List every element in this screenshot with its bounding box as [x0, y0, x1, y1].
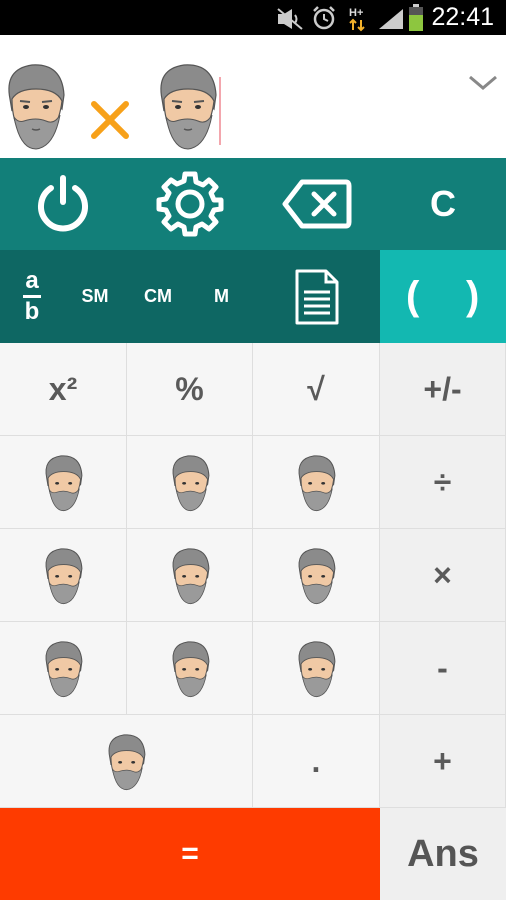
multiply-button[interactable]: × — [380, 529, 506, 622]
mute-icon — [277, 8, 303, 30]
cm-button[interactable]: CM — [126, 250, 190, 343]
control-row: C — [0, 158, 506, 250]
minus-label: - — [437, 649, 448, 686]
document-icon — [295, 269, 338, 324]
digit-button-9[interactable] — [253, 622, 380, 715]
expression-hodor-face-2 — [152, 59, 222, 156]
digit-button-5[interactable] — [127, 529, 253, 622]
ans-label: Ans — [407, 832, 479, 875]
power-icon — [38, 175, 88, 232]
digit-button-2[interactable] — [127, 436, 253, 529]
equals-button[interactable]: = — [0, 808, 380, 900]
plus-button[interactable]: + — [380, 715, 506, 808]
sign-label: +/- — [423, 370, 462, 407]
plus-label: + — [433, 742, 452, 779]
clear-button[interactable]: C — [380, 158, 506, 250]
divide-button[interactable]: ÷ — [380, 436, 506, 529]
fraction-button[interactable]: a b — [0, 250, 64, 343]
backspace-button[interactable] — [253, 158, 380, 250]
clock-time: 22:41 — [431, 3, 494, 31]
cm-label: CM — [144, 286, 172, 306]
digit-button-3[interactable] — [253, 436, 380, 529]
hodor-face-icon — [45, 641, 83, 698]
network-hplus-icon: H+ — [349, 7, 365, 32]
multiply-icon — [91, 101, 129, 139]
decimal-button[interactable]: . — [253, 715, 380, 808]
m-label: M — [214, 286, 229, 306]
hodor-face-icon — [172, 455, 209, 512]
fraction-bottom: b — [24, 298, 40, 325]
decimal-label: . — [311, 742, 321, 779]
hodor-face-icon — [108, 734, 146, 791]
parentheses-button[interactable]: ( ) — [380, 250, 506, 343]
square-button[interactable]: x² — [0, 343, 127, 436]
ans-button[interactable]: Ans — [380, 808, 506, 900]
hodor-face-icon — [172, 641, 209, 698]
percent-label: % — [175, 370, 204, 407]
memory-row: a b SM CM M — [0, 250, 380, 343]
square-label: x² — [48, 370, 78, 407]
sm-label: SM — [81, 286, 109, 306]
sqrt-button[interactable]: √ — [253, 343, 380, 436]
expression-display[interactable] — [0, 35, 506, 158]
hodor-face-icon — [45, 455, 83, 512]
percent-button[interactable]: % — [127, 343, 253, 436]
settings-button[interactable] — [126, 158, 253, 250]
m-button[interactable]: M — [190, 250, 253, 343]
hodor-face-icon — [45, 548, 83, 605]
hodor-face-icon — [172, 548, 209, 605]
hodor-face-icon — [160, 64, 217, 150]
signal-icon — [379, 9, 403, 29]
digit-button-4[interactable] — [0, 529, 127, 622]
minus-button[interactable]: - — [380, 622, 506, 715]
close-paren: ) — [466, 274, 480, 318]
clear-label: C — [430, 183, 456, 224]
hodor-face-icon — [298, 455, 336, 512]
battery-icon — [409, 4, 423, 31]
backspace-icon — [282, 179, 351, 229]
digit-button-0[interactable] — [0, 715, 253, 808]
open-paren: ( — [406, 274, 420, 318]
text-cursor — [219, 77, 221, 145]
power-button[interactable] — [0, 158, 126, 250]
hodor-face-icon — [298, 548, 336, 605]
history-button[interactable] — [253, 250, 380, 343]
multiply-label: × — [433, 556, 452, 593]
chevron-down-icon[interactable] — [468, 75, 498, 91]
hodor-face-icon — [298, 641, 336, 698]
fraction-top: a — [25, 267, 39, 294]
status-bar: H+ 22:41 — [0, 0, 506, 35]
alarm-icon — [313, 6, 335, 30]
gear-icon — [156, 171, 223, 237]
svg-text:H+: H+ — [349, 7, 363, 19]
sm-button[interactable]: SM — [64, 250, 126, 343]
equals-label: = — [181, 837, 199, 870]
sign-toggle-button[interactable]: +/- — [380, 343, 506, 436]
digit-button-7[interactable] — [0, 622, 127, 715]
digit-button-8[interactable] — [127, 622, 253, 715]
expression-hodor-face-1 — [0, 59, 70, 156]
digit-button-1[interactable] — [0, 436, 127, 529]
sqrt-label: √ — [307, 370, 325, 407]
hodor-face-icon — [8, 64, 65, 150]
digit-button-6[interactable] — [253, 529, 380, 622]
divide-label: ÷ — [433, 463, 452, 500]
